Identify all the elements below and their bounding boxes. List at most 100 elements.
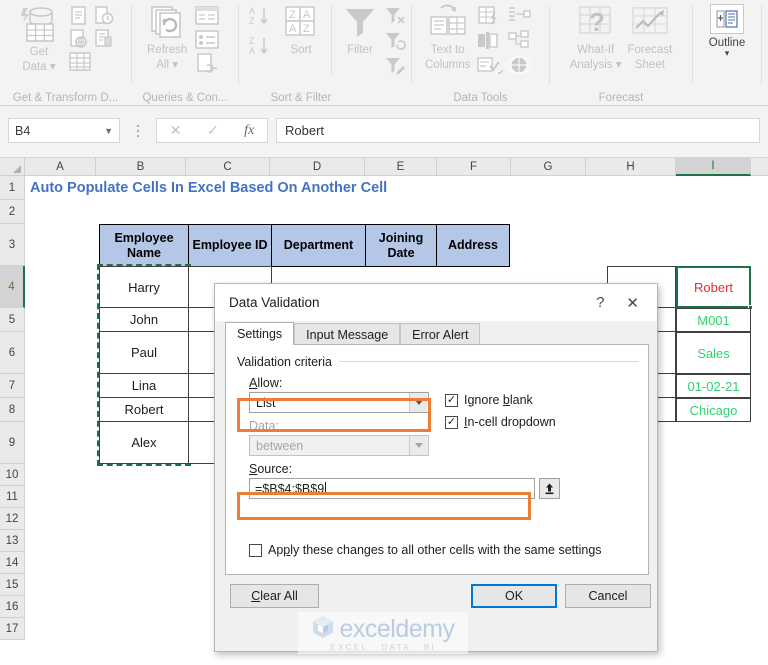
column-header-g[interactable]: G <box>511 158 586 176</box>
allow-dropdown[interactable]: List <box>249 392 429 413</box>
existing-connections-icon[interactable] <box>93 28 114 49</box>
name-box-chevron-down-icon[interactable]: ▼ <box>104 126 113 136</box>
column-header-b[interactable]: B <box>96 158 186 176</box>
row-header-3[interactable]: 3 <box>0 224 25 266</box>
in-cell-dropdown-checkbox[interactable]: ✓ In-cell dropdown <box>445 415 556 429</box>
column-header-a[interactable]: A <box>25 158 96 176</box>
column-header-i[interactable]: I <box>676 158 751 176</box>
outline-button[interactable]: Outline ▾ <box>709 0 745 58</box>
cancel-x-icon[interactable]: ✕ <box>170 122 182 139</box>
row-header-5[interactable]: 5 <box>0 308 25 332</box>
exceldemy-cube-logo <box>312 615 334 644</box>
refresh-all-button[interactable]: Refresh All ▾ <box>144 0 190 72</box>
text-to-columns-button[interactable]: Text to Columns <box>422 0 473 72</box>
help-question-icon[interactable]: ? <box>584 294 616 311</box>
data-dropdown[interactable]: between <box>249 435 429 456</box>
cell-b9-alex[interactable]: Alex <box>99 421 189 464</box>
data-validation-icon[interactable] <box>477 55 505 76</box>
clear-filter-icon[interactable] <box>384 5 406 25</box>
column-header-e[interactable]: E <box>365 158 437 176</box>
sort-descending-icon[interactable]: ZA <box>247 35 273 57</box>
from-table-range-icon[interactable] <box>68 51 92 73</box>
cell-b7-lina[interactable]: Lina <box>99 373 189 398</box>
tab-input-message[interactable]: Input Message <box>294 323 401 345</box>
column-header-f[interactable]: F <box>437 158 511 176</box>
formula-bar-handle[interactable] <box>133 122 143 140</box>
allow-value: List <box>256 395 276 410</box>
cell-b8-robert[interactable]: Robert <box>99 397 189 422</box>
row-header-12[interactable]: 12 <box>0 508 25 530</box>
row-header-7[interactable]: 7 <box>0 374 25 398</box>
advanced-filter-icon[interactable] <box>384 55 406 75</box>
source-value: =$B$4:$B$9 <box>255 481 325 496</box>
column-header-d[interactable]: D <box>270 158 365 176</box>
relationships-icon[interactable] <box>507 30 531 51</box>
cell-b5-john[interactable]: John <box>99 307 189 332</box>
ok-button[interactable]: OK <box>471 584 557 608</box>
insert-function-icon[interactable]: fx <box>244 123 254 139</box>
column-header-j-partial[interactable] <box>751 158 768 176</box>
enter-check-icon[interactable]: ✓ <box>207 122 219 139</box>
row-header-11[interactable]: 11 <box>0 486 25 508</box>
ribbon-group-label-data-tools: Data Tools <box>453 92 508 104</box>
properties-icon[interactable] <box>194 29 220 51</box>
from-text-csv-icon[interactable] <box>68 5 89 26</box>
row-header-1[interactable]: 1 <box>0 176 25 200</box>
sort-button[interactable]: Z A A Z Sort <box>277 0 325 57</box>
dialog-title-bar[interactable]: Data Validation ? ✕ <box>215 284 657 321</box>
row-header-16[interactable]: 16 <box>0 596 25 618</box>
row-header-4[interactable]: 4 <box>0 266 25 308</box>
collapse-dialog-icon[interactable] <box>539 478 560 499</box>
row-header-2[interactable]: 2 <box>0 200 25 224</box>
row-header-17[interactable]: 17 <box>0 618 25 640</box>
row-header-13[interactable]: 13 <box>0 530 25 552</box>
row-header-10[interactable]: 10 <box>0 464 25 486</box>
cell-b6-paul[interactable]: Paul <box>99 331 189 374</box>
cell-i8-result-address[interactable]: Chicago <box>676 398 751 422</box>
tab-settings[interactable]: Settings <box>225 322 295 345</box>
source-input[interactable]: =$B$4:$B$9 <box>249 478 535 499</box>
manage-data-model-icon[interactable] <box>507 55 532 76</box>
from-recent-sources-icon[interactable] <box>93 5 114 26</box>
cell-i4-result-name[interactable]: Robert <box>676 266 751 308</box>
from-web-icon[interactable] <box>68 28 89 49</box>
flash-fill-icon[interactable] <box>477 5 505 26</box>
column-header-c[interactable]: C <box>186 158 270 176</box>
allow-chevron-down-icon[interactable] <box>409 393 427 412</box>
row-header-14[interactable]: 14 <box>0 552 25 574</box>
close-x-icon[interactable]: ✕ <box>616 294 649 312</box>
outline-chevron-down-icon[interactable]: ▾ <box>725 49 730 58</box>
table-header-employee-name: Employee Name <box>99 224 189 267</box>
name-box[interactable]: B4 ▼ <box>8 118 120 143</box>
queries-connections-icon[interactable] <box>194 5 220 27</box>
row-header-9[interactable]: 9 <box>0 422 25 464</box>
row-header-8[interactable]: 8 <box>0 398 25 422</box>
cell-i5-result-id[interactable]: M001 <box>676 308 751 332</box>
consolidate-icon[interactable] <box>507 5 532 26</box>
forecast-sheet-button[interactable]: Forecast Sheet <box>625 0 676 72</box>
data-chevron-down-icon[interactable] <box>409 436 427 455</box>
svg-text:Z: Z <box>303 23 310 35</box>
filter-button[interactable]: Filter <box>338 0 382 57</box>
edit-links-icon[interactable] <box>194 53 220 75</box>
formula-input[interactable]: Robert <box>276 118 760 143</box>
cancel-button[interactable]: Cancel <box>565 584 651 608</box>
cell-b4-harry[interactable]: Harry <box>99 266 189 308</box>
select-all-corner[interactable] <box>0 158 25 176</box>
apply-all-checkbox[interactable]: Apply these changes to all other cells w… <box>249 543 602 557</box>
validation-criteria-label: Validation criteria <box>237 355 332 369</box>
data-value: between <box>256 438 304 453</box>
get-data-button[interactable]: Get Data ▾ <box>14 0 64 74</box>
column-header-h[interactable]: H <box>586 158 676 176</box>
row-header-15[interactable]: 15 <box>0 574 25 596</box>
ignore-blank-checkbox[interactable]: ✓ Ignore blank <box>445 393 533 407</box>
tab-error-alert[interactable]: Error Alert <box>400 323 481 345</box>
clear-all-button[interactable]: Clear All <box>230 584 319 608</box>
reapply-filter-icon[interactable] <box>384 30 406 50</box>
remove-duplicates-icon[interactable] <box>477 30 505 51</box>
cell-i7-result-joining-date[interactable]: 01-02-21 <box>676 374 751 398</box>
cell-i6-result-department[interactable]: Sales <box>676 332 751 374</box>
row-header-6[interactable]: 6 <box>0 332 25 374</box>
sort-ascending-icon[interactable]: AZ <box>247 5 273 27</box>
what-if-analysis-button[interactable]: ? What-If Analysis ▾ <box>567 0 625 72</box>
